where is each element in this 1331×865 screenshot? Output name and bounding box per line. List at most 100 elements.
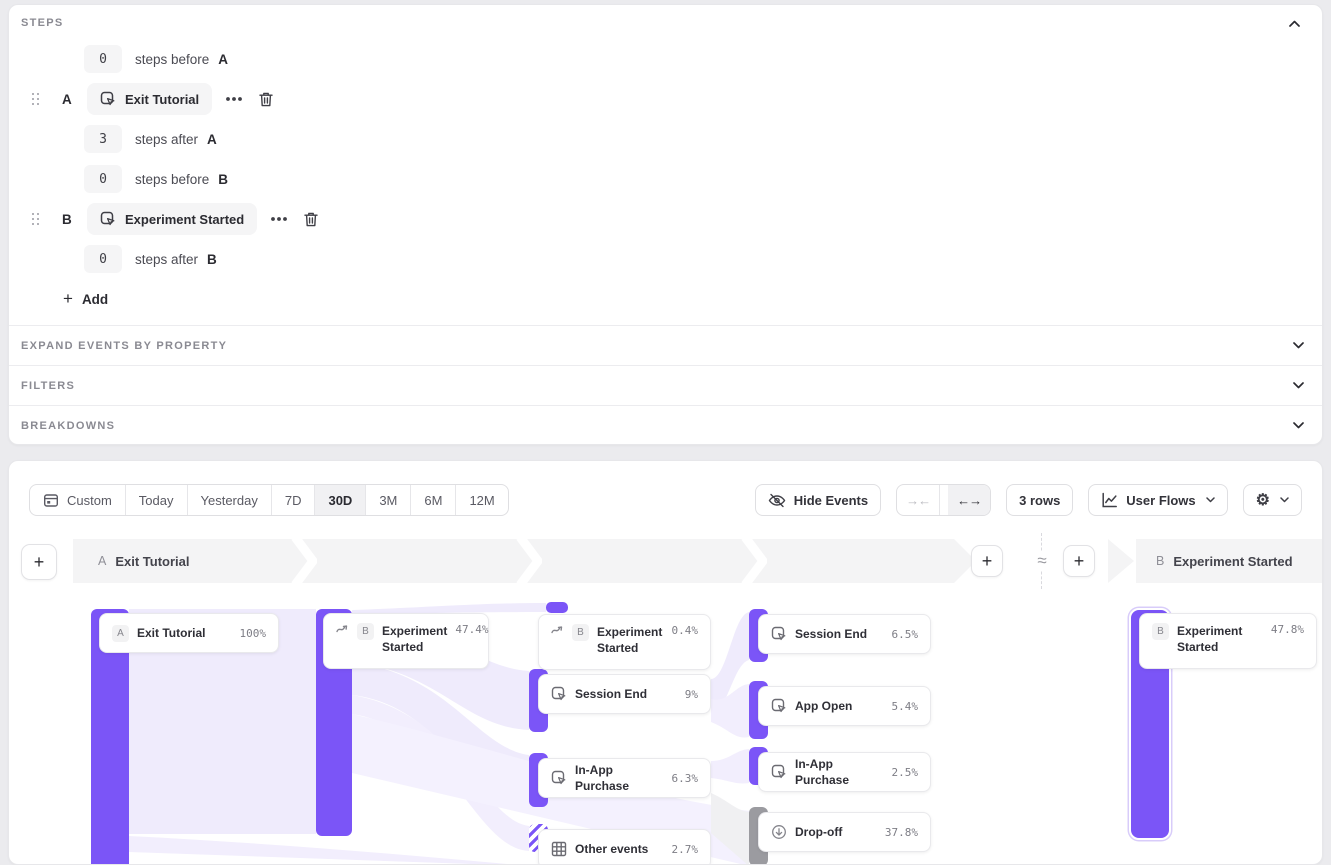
flow-node-experiment-started-04[interactable]: B Experiment Started 0.4% <box>538 614 711 670</box>
flows-report-panel: Custom Today Yesterday 7D 30D 3M 6M 12M … <box>8 460 1323 865</box>
drag-handle-icon[interactable] <box>32 213 40 226</box>
steps-before-b-input[interactable]: 0 <box>84 165 122 193</box>
date-range-control: Custom Today Yesterday 7D 30D 3M 6M 12M <box>29 484 509 516</box>
add-column-after-a-button[interactable]: + <box>971 545 1003 577</box>
column-letter: A <box>98 554 106 568</box>
date-range-today[interactable]: Today <box>126 485 188 515</box>
date-range-label: Custom <box>67 493 112 508</box>
steps-after-a-input[interactable]: 3 <box>84 125 122 153</box>
date-range-12m[interactable]: 12M <box>456 485 507 515</box>
column-chevron-separator <box>741 539 767 583</box>
step-badge: B <box>1152 623 1169 640</box>
step-badge: B <box>357 623 374 640</box>
steps-before-a-input[interactable]: 0 <box>84 45 122 73</box>
date-range-label: Today <box>139 493 174 508</box>
anomaly-arrow-icon <box>551 624 564 635</box>
add-step-button[interactable]: + Add <box>63 289 108 309</box>
flow-node-experiment-started-b[interactable]: B Experiment Started 47.8% <box>1139 613 1317 669</box>
section-filters[interactable]: FILTERS <box>9 365 1322 405</box>
add-label: Add <box>82 292 108 307</box>
drag-handle-icon[interactable] <box>32 93 40 106</box>
node-title: Experiment Started <box>382 623 447 655</box>
rows-count-label: 3 rows <box>1019 493 1060 508</box>
column-header-b-arrow <box>1108 539 1134 583</box>
event-icon <box>771 626 787 642</box>
column-width-toggle: →← ←→ <box>896 484 991 516</box>
date-range-3m[interactable]: 3M <box>366 485 411 515</box>
chevron-up-icon <box>1289 20 1300 27</box>
user-flows-icon <box>1101 492 1118 508</box>
gap-row-ref: A <box>218 52 228 67</box>
gear-icon: ⚙ <box>1256 490 1270 510</box>
steps-after-b-input[interactable]: 0 <box>84 245 122 273</box>
flow-node-app-open[interactable]: App Open 5.4% <box>758 686 931 726</box>
steps-gap-row: 0 steps before B <box>84 163 228 195</box>
column-letter: B <box>1156 554 1164 568</box>
sankey-bar-experiment-started-small[interactable] <box>546 602 568 613</box>
flow-node-experiment-started-47[interactable]: B Experiment Started 47.4% <box>323 613 489 669</box>
column-chevron-separator <box>516 539 542 583</box>
flow-node-session-end[interactable]: Session End 9% <box>538 674 711 714</box>
gap-row-label: steps after <box>135 132 198 147</box>
more-icon <box>225 96 243 102</box>
delete-step-button[interactable] <box>303 211 319 228</box>
collapse-columns-button[interactable]: →← <box>897 485 940 515</box>
node-title: App Open <box>795 698 852 714</box>
section-label: EXPAND EVENTS BY PROPERTY <box>21 340 227 352</box>
expand-columns-button[interactable]: ←→ <box>948 485 990 515</box>
flow-node-in-app-purchase[interactable]: In-App Purchase 6.3% <box>538 758 711 798</box>
event-icon <box>771 698 787 714</box>
node-title: Other events <box>575 841 648 857</box>
steps-gap-row: 3 steps after A <box>84 123 217 155</box>
date-range-30d-active[interactable]: 30D <box>315 485 366 515</box>
node-percent: 0.4% <box>672 624 699 637</box>
more-options-button[interactable] <box>225 96 243 102</box>
flow-node-in-app-purchase-2[interactable]: In-App Purchase 2.5% <box>758 752 931 792</box>
column-header-a[interactable]: A Exit Tutorial <box>73 539 976 583</box>
add-column-left-button[interactable]: + <box>21 544 57 580</box>
event-icon <box>100 211 116 227</box>
event-selector-button[interactable]: Exit Tutorial <box>87 83 212 115</box>
section-expand-events-by-property[interactable]: EXPAND EVENTS BY PROPERTY <box>9 325 1322 365</box>
flow-node-other-events[interactable]: Other events 2.7% <box>538 829 711 865</box>
flow-node-exit-tutorial[interactable]: A Exit Tutorial 100% <box>99 613 279 653</box>
node-percent: 100% <box>240 627 267 640</box>
date-range-label: 12M <box>469 493 494 508</box>
steps-section-title: STEPS <box>21 17 64 29</box>
more-icon <box>270 216 288 222</box>
node-title: In-App Purchase <box>575 762 664 794</box>
node-title: Session End <box>795 626 867 642</box>
event-selector-button[interactable]: Experiment Started <box>87 203 257 235</box>
view-type-dropdown[interactable]: User Flows <box>1088 484 1227 516</box>
delete-step-button[interactable] <box>258 91 274 108</box>
rows-count-button[interactable]: 3 rows <box>1006 484 1073 516</box>
node-percent: 5.4% <box>892 700 919 713</box>
query-builder-panel: STEPS 0 steps before A A Exit Tutorial 3… <box>8 4 1323 445</box>
hide-events-button[interactable]: Hide Events <box>755 484 881 516</box>
event-icon <box>551 770 567 786</box>
flow-node-drop-off[interactable]: Drop-off 37.8% <box>758 812 931 852</box>
node-percent: 9% <box>685 688 698 701</box>
section-breakdowns[interactable]: BREAKDOWNS <box>9 405 1322 445</box>
more-options-button[interactable] <box>270 216 288 222</box>
settings-dropdown[interactable]: ⚙ <box>1243 484 1302 516</box>
step-badge: A <box>112 625 129 642</box>
date-range-6m[interactable]: 6M <box>411 485 456 515</box>
date-range-custom[interactable]: Custom <box>30 485 126 515</box>
add-column-before-b-button[interactable]: + <box>1063 545 1095 577</box>
collapse-steps-button[interactable] <box>1284 13 1304 33</box>
column-header-b[interactable]: B Experiment Started <box>1136 539 1323 583</box>
flow-node-session-end-2[interactable]: Session End 6.5% <box>758 614 931 654</box>
chevron-down-icon <box>1293 422 1304 429</box>
plus-icon: + <box>63 289 73 309</box>
event-name: Exit Tutorial <box>125 92 199 107</box>
node-percent: 2.7% <box>672 843 699 856</box>
plus-icon: + <box>34 553 45 571</box>
date-range-7d[interactable]: 7D <box>272 485 316 515</box>
chevron-down-icon <box>1293 342 1304 349</box>
date-range-yesterday[interactable]: Yesterday <box>188 485 272 515</box>
drop-off-icon <box>771 824 787 840</box>
event-name: Experiment Started <box>125 212 244 227</box>
approx-break-symbol: ≈ <box>1030 551 1054 571</box>
eye-off-icon <box>768 493 786 508</box>
